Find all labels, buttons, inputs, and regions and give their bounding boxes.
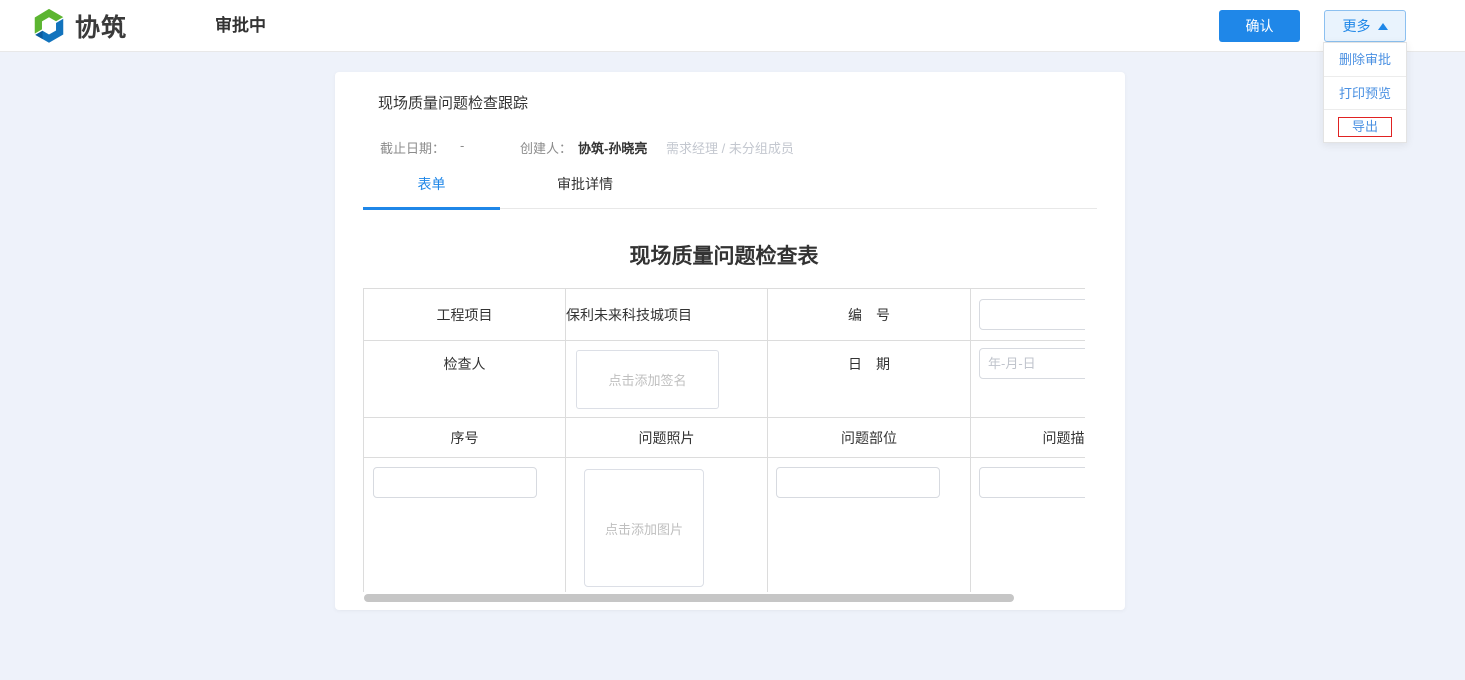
creator-label: 创建人：: [520, 138, 572, 157]
logo-cube-icon: [30, 7, 68, 45]
add-signature-button[interactable]: 点击添加签名: [576, 350, 719, 409]
more-dropdown-menu: 删除审批 打印预览 导出: [1323, 42, 1407, 143]
signature-placeholder: 点击添加签名: [608, 370, 686, 389]
table-header-row: 序号 问题照片 问题部位 问题描述: [364, 418, 1086, 458]
menu-item-label: 删除审批: [1339, 52, 1391, 67]
column-header: 问题描述: [1043, 430, 1086, 446]
inspector-label-cell: 检查人: [364, 341, 566, 418]
description-input-cell: [971, 458, 1086, 593]
description-header-cell: 问题描述: [971, 418, 1086, 458]
number-input[interactable]: [979, 299, 1085, 330]
column-header: 序号: [451, 430, 479, 446]
menu-item-label: 打印预览: [1339, 86, 1391, 101]
date-label-cell: 日 期: [768, 341, 971, 418]
column-header: 问题照片: [639, 430, 695, 446]
horizontal-scrollbar-thumb[interactable]: [364, 594, 1014, 602]
menu-item-print-preview[interactable]: 打印预览: [1324, 76, 1406, 109]
menu-item-export[interactable]: 导出: [1324, 109, 1406, 142]
form-title: 现场质量问题检查表: [363, 242, 1085, 272]
form-table: 工程项目 保利未来科技城项目 编 号 检查人 点击添加签名: [363, 288, 1085, 592]
tab-label: 审批详情: [557, 176, 613, 192]
tab-form[interactable]: 表单: [363, 160, 500, 209]
tab-approval-detail[interactable]: 审批详情: [500, 160, 670, 209]
description-input[interactable]: [979, 467, 1085, 498]
number-input-cell: [971, 289, 1086, 341]
deadline-value: -: [460, 138, 464, 153]
approval-title: 现场质量问题检查跟踪: [378, 92, 528, 113]
signature-cell: 点击添加签名: [566, 341, 768, 418]
number-label-cell: 编 号: [768, 289, 971, 341]
photo-header-cell: 问题照片: [566, 418, 768, 458]
inspector-label: 检查人: [444, 356, 486, 372]
table-row: 工程项目 保利未来科技城项目 编 号: [364, 289, 1086, 341]
approval-card: 现场质量问题检查跟踪 截止日期： - 创建人： 协筑-孙晓亮 需求经理 / 未分…: [335, 72, 1125, 610]
date-input[interactable]: [979, 348, 1085, 379]
add-photo-button[interactable]: 点击添加图片: [584, 469, 704, 587]
deadline-label: 截止日期：: [380, 138, 445, 157]
part-header-cell: 问题部位: [768, 418, 971, 458]
more-button[interactable]: 更多: [1324, 10, 1406, 42]
column-header: 问题部位: [841, 430, 897, 446]
number-label: 编 号: [848, 307, 890, 323]
serial-input-cell: [364, 458, 566, 593]
creator-role: 需求经理 / 未分组成员: [666, 138, 794, 157]
confirm-button[interactable]: 确认: [1219, 10, 1300, 42]
project-label-cell: 工程项目: [364, 289, 566, 341]
app-logo: 协筑: [30, 7, 127, 45]
menu-item-label: 导出: [1352, 119, 1378, 134]
table-row: 检查人 点击添加签名 日 期: [364, 341, 1086, 418]
serial-input[interactable]: [373, 467, 537, 498]
date-label: 日 期: [848, 356, 890, 372]
more-button-label: 更多: [1343, 16, 1371, 36]
chevron-up-icon: [1378, 23, 1388, 30]
table-row: 点击添加图片: [364, 458, 1086, 593]
part-input-cell: [768, 458, 971, 593]
photo-placeholder: 点击添加图片: [605, 519, 683, 538]
creator-name: 协筑-孙晓亮: [578, 138, 647, 157]
date-input-cell: [971, 341, 1086, 418]
part-input[interactable]: [776, 467, 940, 498]
tab-label: 表单: [418, 176, 446, 192]
project-value: 保利未来科技城项目: [566, 307, 692, 323]
menu-item-delete-approval[interactable]: 删除审批: [1324, 43, 1406, 76]
project-label: 工程项目: [437, 307, 493, 323]
form-table-container: 工程项目 保利未来科技城项目 编 号 检查人 点击添加签名: [363, 288, 1085, 592]
logo-text: 协筑: [75, 8, 127, 44]
export-highlight-box: 导出: [1338, 117, 1392, 137]
page-title: 审批中: [215, 0, 266, 52]
project-value-cell: 保利未来科技城项目: [566, 289, 768, 341]
top-bar: 协筑 审批中 确认 更多: [0, 0, 1465, 52]
photo-cell: 点击添加图片: [566, 458, 768, 593]
serial-header-cell: 序号: [364, 418, 566, 458]
tab-bar: 表单 审批详情: [363, 160, 1097, 209]
